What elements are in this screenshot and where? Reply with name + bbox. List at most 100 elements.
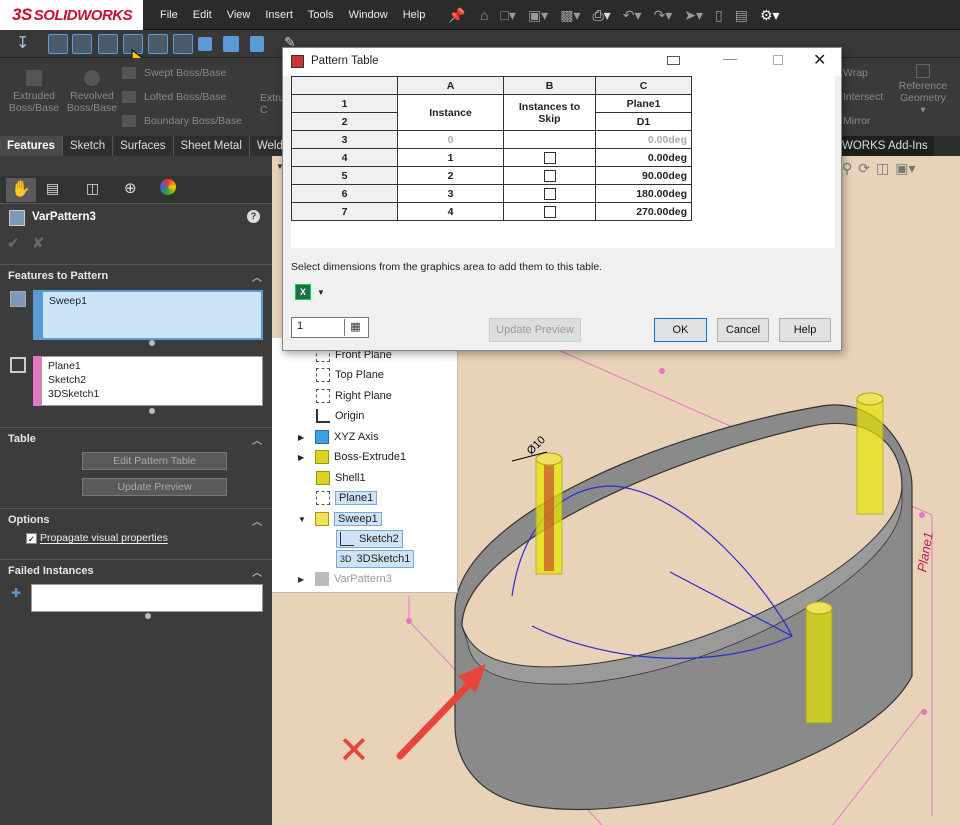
tree-item-origin[interactable]: Origin <box>316 407 364 425</box>
previous-view-icon[interactable]: ⟳ <box>858 160 870 177</box>
lofted-boss-button[interactable]: Lofted Boss/Base <box>122 91 226 104</box>
view-cube-2-icon[interactable] <box>72 34 92 54</box>
open-icon[interactable]: ▣▾ <box>528 7 548 24</box>
resize-handle-icon[interactable] <box>145 613 151 619</box>
list-item[interactable]: Sweep1 <box>49 295 87 307</box>
pin-down-icon[interactable]: ↧ <box>16 33 29 53</box>
collapse-chevron-icon[interactable]: ︿ <box>252 269 262 284</box>
resize-handle-icon[interactable] <box>149 408 155 414</box>
instance-header-cell[interactable]: Instance <box>397 94 504 131</box>
menu-window[interactable]: Window <box>349 9 388 21</box>
view-cube-3-icon[interactable] <box>98 34 118 54</box>
expand-arrow-icon[interactable]: ▶ <box>298 575 310 584</box>
failed-instances-list[interactable] <box>31 584 263 612</box>
skip-header-cell[interactable]: Instances to Skip <box>503 94 596 131</box>
menu-tools[interactable]: Tools <box>308 9 334 21</box>
column-header[interactable]: A <box>397 76 504 95</box>
failed-instances-header[interactable]: Failed Instances ︿ <box>0 559 272 581</box>
redo-icon[interactable]: ↷▾ <box>653 7 672 24</box>
instance-spin-input[interactable]: 1 ▦ <box>291 317 369 338</box>
dialog-title-bar[interactable]: Pattern Table — ✕ <box>283 48 841 76</box>
column-header[interactable]: C <box>595 76 692 95</box>
plane-handle[interactable] <box>919 512 925 518</box>
view-cube-7-icon[interactable] <box>198 37 212 51</box>
ok-check-icon[interactable]: ✔ <box>7 234 20 252</box>
skip-cell[interactable] <box>503 202 596 221</box>
configuration-manager-tab-icon[interactable]: ◫ <box>86 180 99 197</box>
mirror-button[interactable]: Mirror <box>843 115 870 127</box>
skip-cell[interactable] <box>503 130 596 149</box>
view-cube-8-icon[interactable] <box>223 36 239 52</box>
tree-item-boss-extrude1[interactable]: ▶ Boss-Extrude1 <box>298 448 406 466</box>
resize-handle-icon[interactable] <box>149 340 155 346</box>
menu-insert[interactable]: Insert <box>265 9 293 21</box>
help-button[interactable]: Help <box>779 318 831 342</box>
references-list[interactable]: Plane1 Sketch2 3DSketch1 <box>41 356 263 406</box>
maximize-icon[interactable] <box>773 55 783 65</box>
expand-arrow-icon[interactable]: ▶ <box>298 433 310 442</box>
tree-item-plane1[interactable]: Plane1 <box>316 489 378 507</box>
minimize-icon[interactable]: — <box>723 50 737 66</box>
features-to-pattern-header[interactable]: Features to Pattern ︿ <box>0 264 272 286</box>
instance-cell[interactable]: 1 <box>397 148 504 167</box>
solidworks-logo[interactable]: 3S SOLIDWORKS <box>0 0 143 30</box>
tree-item-3dsketch1[interactable]: 3D 3DSketch1 <box>336 550 415 568</box>
help-icon[interactable]: ? <box>247 210 260 223</box>
excel-button[interactable]: X ▼ <box>295 284 325 300</box>
save-icon[interactable]: ▩▾ <box>560 7 580 24</box>
cancel-button[interactable]: Cancel <box>717 318 769 342</box>
row-header[interactable]: 7 <box>291 202 398 221</box>
skip-cell[interactable] <box>503 166 596 185</box>
close-icon[interactable]: ✕ <box>813 50 826 70</box>
spin-table-icon[interactable]: ▦ <box>344 319 366 336</box>
skip-checkbox[interactable] <box>543 151 556 164</box>
revolved-boss-button[interactable]: Revolved Boss/Base <box>66 70 118 114</box>
row-header[interactable]: 5 <box>291 166 398 185</box>
view-cube-1-icon[interactable] <box>48 34 68 54</box>
undo-icon[interactable]: ↶▾ <box>623 7 642 24</box>
options-header[interactable]: Options ︿ <box>0 508 272 530</box>
boundary-boss-button[interactable]: Boundary Boss/Base <box>122 115 242 128</box>
cancel-x-icon[interactable]: ✘ <box>32 234 45 252</box>
column-header[interactable]: B <box>503 76 596 95</box>
skip-cell[interactable] <box>503 148 596 167</box>
tab-sketch[interactable]: Sketch <box>63 136 114 156</box>
corner-cell[interactable] <box>291 76 398 95</box>
tree-item-shell1[interactable]: Shell1 <box>316 469 366 487</box>
gear-icon[interactable]: ⚙▾ <box>760 7 780 24</box>
tab-sheet-metal[interactable]: Sheet Metal <box>174 136 250 156</box>
collapse-chevron-icon[interactable]: ︿ <box>252 513 262 528</box>
dimxpert-tab-icon[interactable]: ⊕ <box>124 179 137 197</box>
collapse-chevron-icon[interactable]: ︿ <box>252 564 262 579</box>
tree-item-xyz-axis[interactable]: ▶ XYZ Axis <box>298 428 379 446</box>
select-icon[interactable]: ➤▾ <box>684 7 703 24</box>
skip-checkbox[interactable] <box>543 169 556 182</box>
value-cell[interactable]: 0.00deg <box>595 148 692 167</box>
intersect-button[interactable]: Intersect <box>843 91 883 103</box>
pin-icon[interactable]: 📌 <box>448 7 465 24</box>
feature-manager-tab-icon[interactable]: ✋ <box>6 178 36 202</box>
features-to-pattern-list[interactable]: Sweep1 <box>41 290 263 340</box>
instance-cell[interactable]: 3 <box>397 184 504 203</box>
tree-item-sweep1[interactable]: ▼ Sweep1 <box>298 510 382 528</box>
view-orientation-icon[interactable]: ▣▾ <box>895 160 915 177</box>
property-manager-tab-icon[interactable]: ▤ <box>46 180 59 197</box>
row-header[interactable]: 2 <box>291 112 398 131</box>
skip-checkbox[interactable] <box>543 187 556 200</box>
value-cell[interactable]: 90.00deg <box>595 166 692 185</box>
rebuild-icon[interactable]: ▯ <box>715 7 723 24</box>
expand-arrow-icon[interactable]: ▶ <box>298 453 310 462</box>
instance-cell[interactable]: 2 <box>397 166 504 185</box>
home-icon[interactable]: ⌂ <box>480 7 488 23</box>
propagate-checkbox[interactable]: ✓ <box>26 533 37 544</box>
collapse-arrow-icon[interactable]: ▼ <box>298 515 310 524</box>
menu-help[interactable]: Help <box>403 9 426 21</box>
propagate-label[interactable]: Propagate visual properties <box>40 532 168 544</box>
view-cube-9-icon[interactable] <box>250 36 264 52</box>
update-preview-dialog-button[interactable]: Update Preview <box>489 318 581 342</box>
dimension-header-cell[interactable]: D1 <box>595 112 692 131</box>
plane-handle[interactable] <box>921 709 927 715</box>
row-header[interactable]: 1 <box>291 94 398 113</box>
dropdown-arrow-icon[interactable]: ▼ <box>317 288 325 297</box>
menu-edit[interactable]: Edit <box>193 9 212 21</box>
